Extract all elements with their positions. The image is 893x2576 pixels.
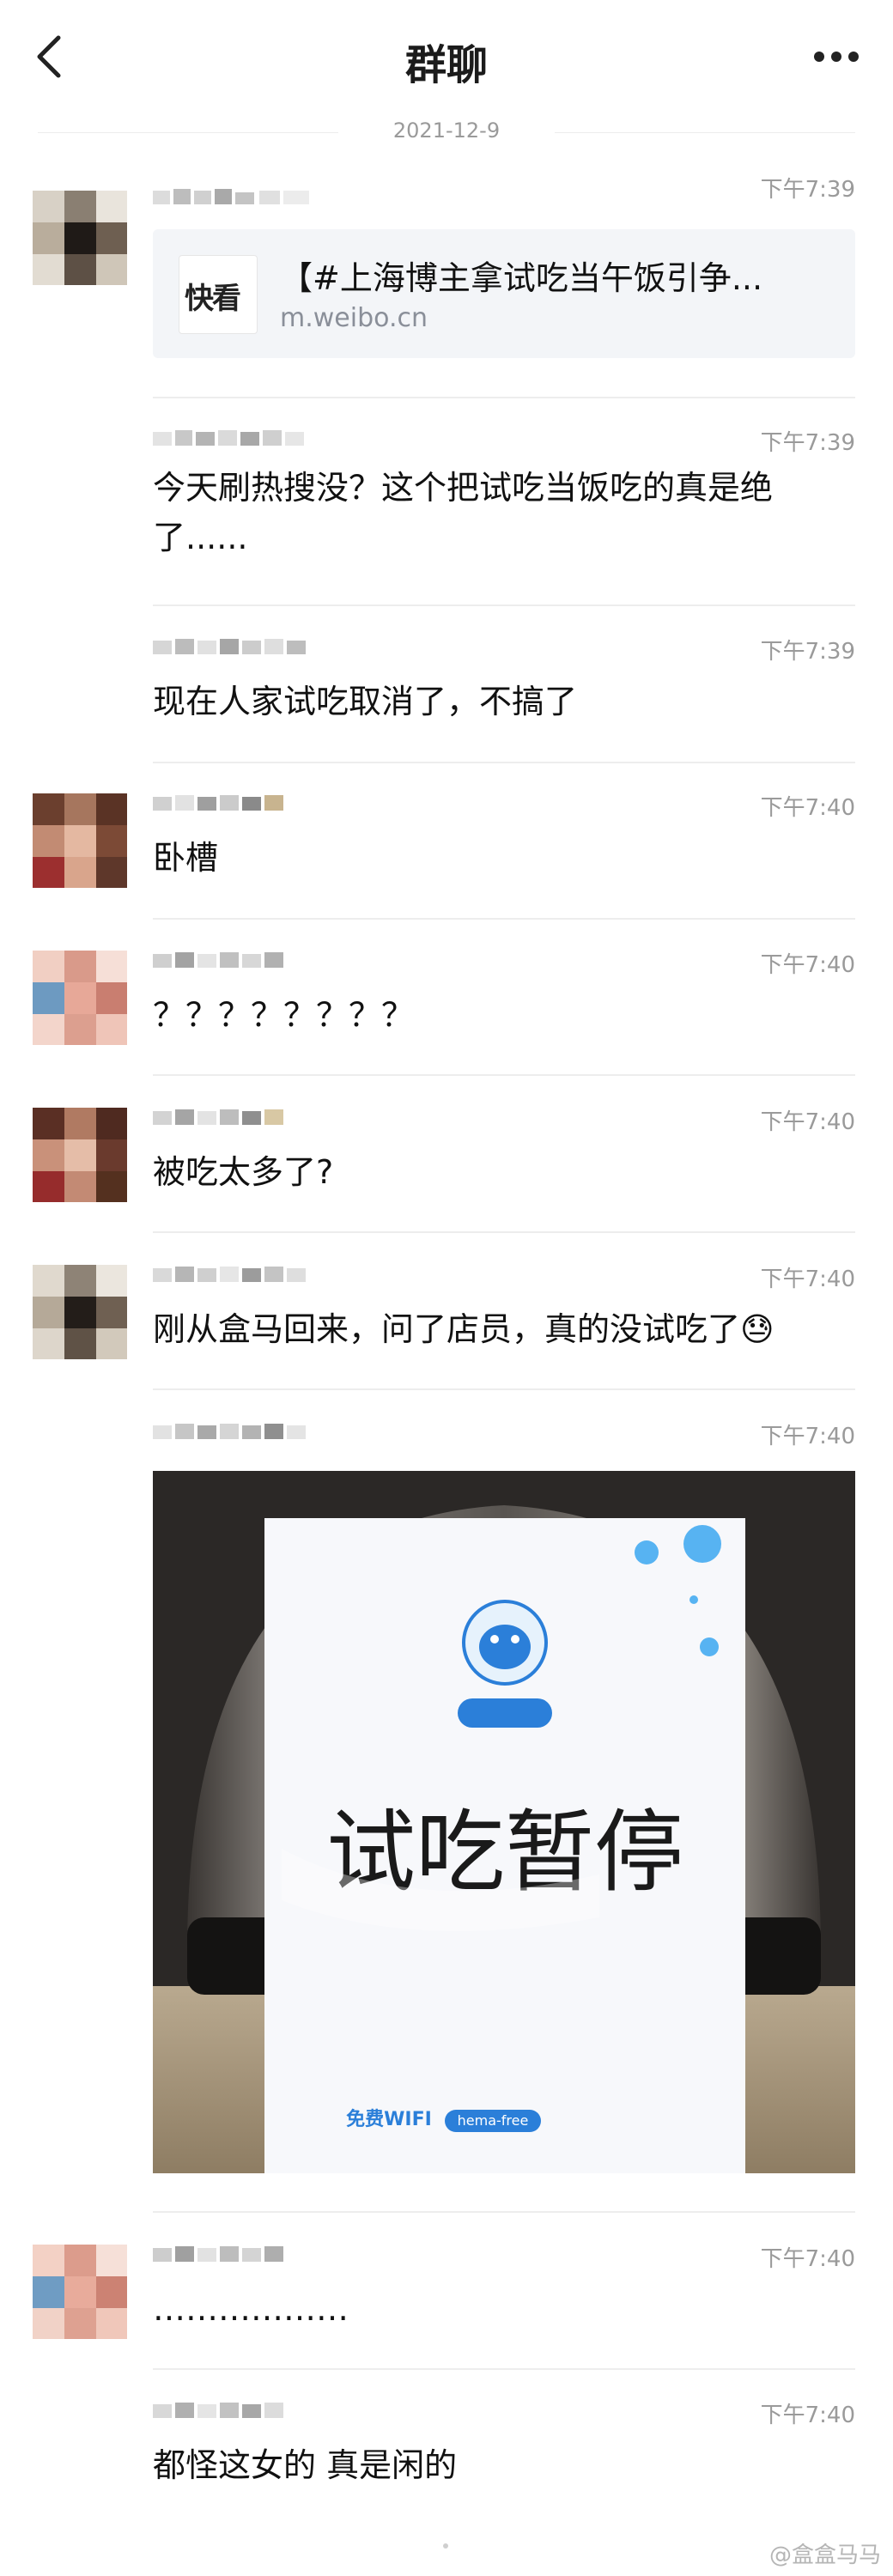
date-separator: 2021-12-9 — [0, 118, 893, 143]
message-time: 下午7:39 — [760, 639, 855, 665]
wifi-label: 免费WIFI — [346, 2108, 432, 2130]
avatar[interactable] — [33, 2245, 127, 2339]
message-text: 被吃太多了? — [153, 1153, 334, 1191]
message-time: 下午7:39 — [760, 177, 855, 203]
sender-name-blurred — [153, 2246, 283, 2262]
sender-name-blurred — [153, 1109, 283, 1125]
scroll-indicator — [443, 2543, 448, 2549]
link-url: m.weibo.cn — [280, 303, 428, 333]
message-time: 下午7:40 — [760, 1424, 855, 1449]
avatar[interactable] — [33, 793, 127, 888]
divider — [153, 1231, 855, 1233]
divider — [153, 918, 855, 920]
sender-name-blurred — [153, 952, 283, 968]
sender-name-blurred — [153, 430, 304, 446]
chat-header: 群聊 — [0, 0, 893, 112]
divider — [153, 397, 855, 398]
message-time: 下午7:40 — [760, 1267, 855, 1292]
message-text: 现在人家试吃取消了，不搞了 — [153, 683, 578, 720]
divider — [153, 762, 855, 763]
shared-photo[interactable]: 试吃暂停 免费WIFI hema-free — [153, 1471, 855, 2173]
message-time: 下午7:40 — [760, 1109, 855, 1135]
message-text: 都怪这女的 真是闲的 — [153, 2446, 458, 2484]
wifi-ssid: hema-free — [458, 2112, 529, 2129]
message-text: ？？？？？？？？ — [153, 996, 415, 1034]
shared-link-card[interactable]: 快看 【#上海博主拿试吃当午饭引争... m.weibo.cn — [153, 229, 855, 358]
message-text: ……………… — [153, 2290, 349, 2328]
link-title: 【#上海博主拿试吃当午饭引争... — [280, 259, 763, 297]
divider — [153, 2211, 855, 2213]
sender-name-blurred — [153, 639, 306, 654]
avatar[interactable] — [33, 1265, 127, 1359]
message-time: 下午7:40 — [760, 2403, 855, 2428]
avatar[interactable] — [33, 1108, 127, 1202]
avatar[interactable] — [33, 951, 127, 1045]
sender-name-blurred — [153, 189, 309, 204]
more-options-icon[interactable] — [812, 50, 860, 64]
divider — [153, 605, 855, 606]
message-text: 今天刷热搜没？这个把试吃当饭吃的真是绝了...... — [153, 469, 774, 556]
watermark: @盒盒马马 — [768, 2543, 881, 2568]
divider — [153, 1074, 855, 1076]
photo-content-illustration: 试吃暂停 免费WIFI hema-free — [153, 1471, 855, 2173]
sender-name-blurred — [153, 795, 283, 811]
sender-name-blurred — [153, 2403, 283, 2418]
message-text: 刚从盒马回来，问了店员，真的没试吃了😓 — [153, 1310, 775, 1348]
link-source-thumbnail: 快看 — [179, 255, 258, 334]
message-text: 卧槽 — [153, 839, 219, 877]
sender-name-blurred — [153, 1424, 306, 1439]
sender-name-blurred — [153, 1267, 306, 1282]
message-time: 下午7:40 — [760, 2246, 855, 2272]
chat-title: 群聊 — [404, 41, 488, 89]
message-time: 下午7:40 — [760, 795, 855, 821]
message-time: 下午7:39 — [760, 430, 855, 456]
date-text: 2021-12-9 — [392, 118, 501, 143]
divider — [153, 1388, 855, 1390]
message-time: 下午7:40 — [760, 952, 855, 978]
avatar[interactable] — [33, 191, 127, 285]
divider — [153, 2368, 855, 2370]
link-source-label: 快看 — [185, 282, 241, 316]
